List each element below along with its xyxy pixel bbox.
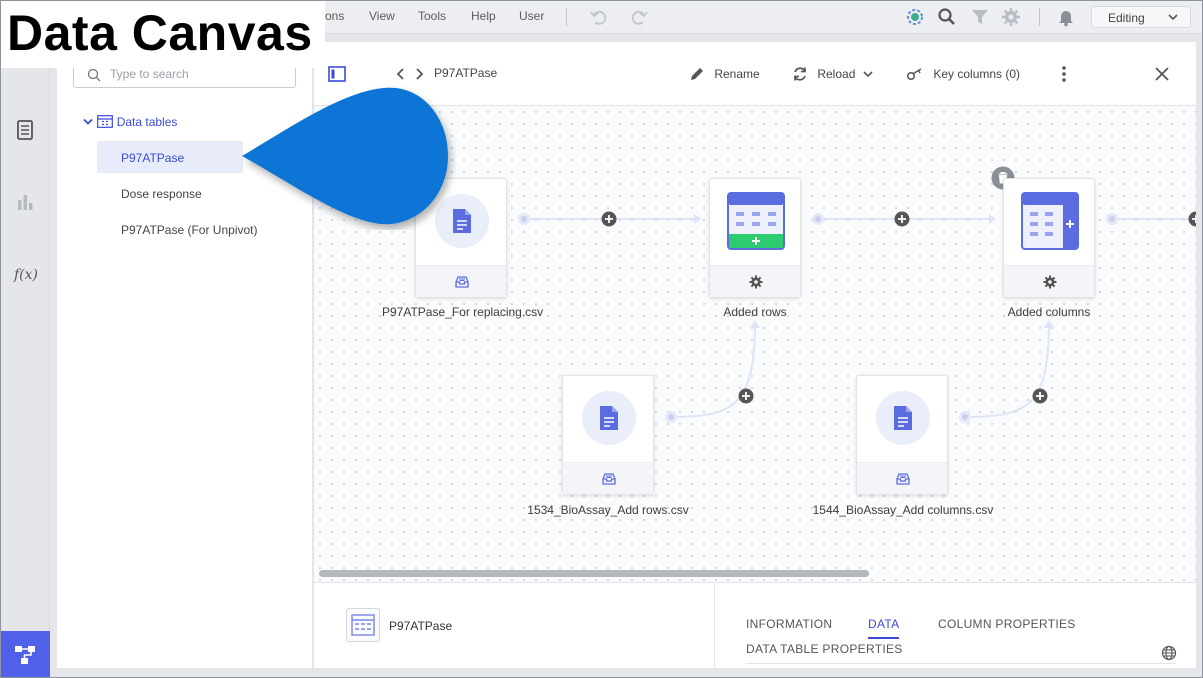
canvas-node-label: Added columns bbox=[1007, 305, 1091, 319]
function-icon[interactable]: f(x) bbox=[13, 262, 37, 286]
ai-assistant-icon[interactable] bbox=[904, 6, 926, 28]
add-columns-icon bbox=[1021, 192, 1079, 250]
settings-icon[interactable] bbox=[1000, 6, 1022, 28]
search-icon[interactable] bbox=[936, 6, 958, 28]
canvas-node-source[interactable] bbox=[856, 375, 948, 495]
canvas-horizontal-scrollbar[interactable] bbox=[319, 570, 869, 577]
notifications-bell-icon[interactable] bbox=[1055, 6, 1077, 28]
menu-item-options[interactable]: ons bbox=[325, 9, 344, 23]
node-footer bbox=[563, 462, 653, 494]
details-table-name: P97ATPase bbox=[389, 619, 453, 633]
add-rows-icon bbox=[727, 192, 785, 250]
mode-dropdown-label: Editing bbox=[1108, 11, 1145, 25]
tree-item-dose-response[interactable]: Dose response bbox=[97, 177, 243, 209]
left-rail: f(x) bbox=[0, 34, 50, 678]
tree-item-p97atpase[interactable]: P97ATPase bbox=[97, 141, 243, 173]
close-icon[interactable] bbox=[1154, 66, 1170, 82]
file-source-icon bbox=[896, 473, 910, 485]
node-footer bbox=[416, 265, 506, 297]
callout-title-box: Data Canvas bbox=[0, 0, 325, 68]
back-chevron-icon[interactable] bbox=[396, 67, 406, 81]
chevron-down-icon bbox=[863, 71, 873, 78]
menu-item-view[interactable]: View bbox=[369, 9, 395, 23]
more-options-icon[interactable] bbox=[1061, 65, 1067, 83]
mode-dropdown[interactable]: Editing bbox=[1091, 6, 1191, 28]
details-panel: P97ATPase INFORMATION DATA COLUMN PROPER… bbox=[314, 582, 1196, 669]
key-columns-label: Key columns (0) bbox=[933, 66, 1021, 81]
file-source-icon bbox=[455, 276, 469, 288]
document-icon bbox=[894, 406, 912, 430]
undo-icon[interactable] bbox=[588, 6, 610, 28]
menu-item-tools[interactable]: Tools bbox=[418, 9, 446, 23]
tree-item-label: P97ATPase bbox=[121, 151, 185, 165]
canvas-node-label: 1544_BioAssay_Add columns.csv bbox=[812, 503, 994, 517]
active-tab-indicator bbox=[868, 637, 899, 639]
node-footer bbox=[857, 462, 947, 494]
reload-button[interactable]: Reload bbox=[792, 66, 873, 82]
reload-icon bbox=[794, 67, 806, 81]
key-icon bbox=[906, 68, 922, 80]
details-divider bbox=[714, 583, 715, 669]
menu-separator bbox=[1039, 8, 1040, 26]
file-source-icon bbox=[602, 473, 616, 485]
data-canvas-icon bbox=[15, 646, 35, 664]
add-transform-icon[interactable] bbox=[738, 388, 754, 404]
document-icon-wrap bbox=[876, 391, 930, 445]
menu-item-help[interactable]: Help bbox=[471, 9, 496, 23]
svg-text:f(x): f(x) bbox=[13, 267, 37, 283]
pencil-icon bbox=[691, 68, 703, 80]
table-icon bbox=[97, 115, 114, 129]
add-transform-icon[interactable] bbox=[601, 211, 617, 227]
tab-divider bbox=[746, 663, 1176, 664]
canvas-node-label: P97ATPase_For replacing.csv bbox=[382, 305, 544, 319]
tree-search-placeholder: Type to search bbox=[110, 67, 189, 81]
document-icon bbox=[600, 406, 618, 430]
visualizations-icon[interactable] bbox=[13, 190, 37, 214]
canvas-node-label: 1534_BioAssay_Add rows.csv bbox=[527, 503, 689, 517]
canvas-node-added-rows[interactable] bbox=[709, 178, 801, 298]
callout-pointer-shape bbox=[242, 87, 448, 225]
gear-icon[interactable] bbox=[748, 274, 764, 290]
chevron-down-icon bbox=[83, 118, 93, 125]
key-columns-button[interactable]: Key columns (0) bbox=[906, 66, 1020, 81]
tab-column-properties[interactable]: COLUMN PROPERTIES bbox=[938, 617, 1076, 631]
tab-data[interactable]: DATA bbox=[868, 617, 899, 631]
tree-root-data-tables[interactable]: Data tables bbox=[83, 114, 177, 129]
search-icon bbox=[87, 68, 101, 82]
add-transform-icon[interactable] bbox=[1032, 388, 1048, 404]
callout-title: Data Canvas bbox=[7, 5, 313, 61]
canvas-node-label: Added rows bbox=[723, 305, 787, 319]
tree-root-label: Data tables bbox=[116, 114, 178, 129]
canvas-node-source[interactable] bbox=[562, 375, 654, 495]
table-grid-icon bbox=[351, 614, 375, 636]
forward-chevron-icon[interactable] bbox=[414, 67, 424, 81]
chevron-down-icon bbox=[1168, 14, 1178, 21]
data-tables-icon[interactable] bbox=[13, 118, 37, 142]
rename-label: Rename bbox=[714, 67, 760, 81]
node-footer bbox=[710, 265, 800, 297]
add-transform-icon[interactable] bbox=[894, 211, 910, 227]
menu-item-user[interactable]: User bbox=[519, 9, 544, 23]
filter-icon[interactable] bbox=[969, 6, 991, 28]
reload-label: Reload bbox=[817, 67, 856, 81]
canvas-node-added-columns[interactable] bbox=[1003, 178, 1095, 298]
menu-separator bbox=[566, 8, 567, 26]
rename-button[interactable]: Rename bbox=[689, 66, 760, 82]
tab-information[interactable]: INFORMATION bbox=[746, 617, 832, 631]
data-canvas-nav-button[interactable] bbox=[0, 631, 50, 678]
tab-data-table-properties[interactable]: DATA TABLE PROPERTIES bbox=[746, 642, 903, 656]
redo-icon[interactable] bbox=[628, 6, 650, 28]
gear-icon[interactable] bbox=[1042, 274, 1058, 290]
document-icon-wrap bbox=[582, 391, 636, 445]
node-footer bbox=[1004, 265, 1094, 297]
globe-icon[interactable] bbox=[1161, 645, 1177, 661]
data-table-icon bbox=[346, 608, 380, 642]
tree-item-label: Dose response bbox=[121, 187, 202, 201]
current-table-name: P97ATPase bbox=[434, 66, 498, 80]
add-transform-icon[interactable] bbox=[1188, 211, 1196, 227]
